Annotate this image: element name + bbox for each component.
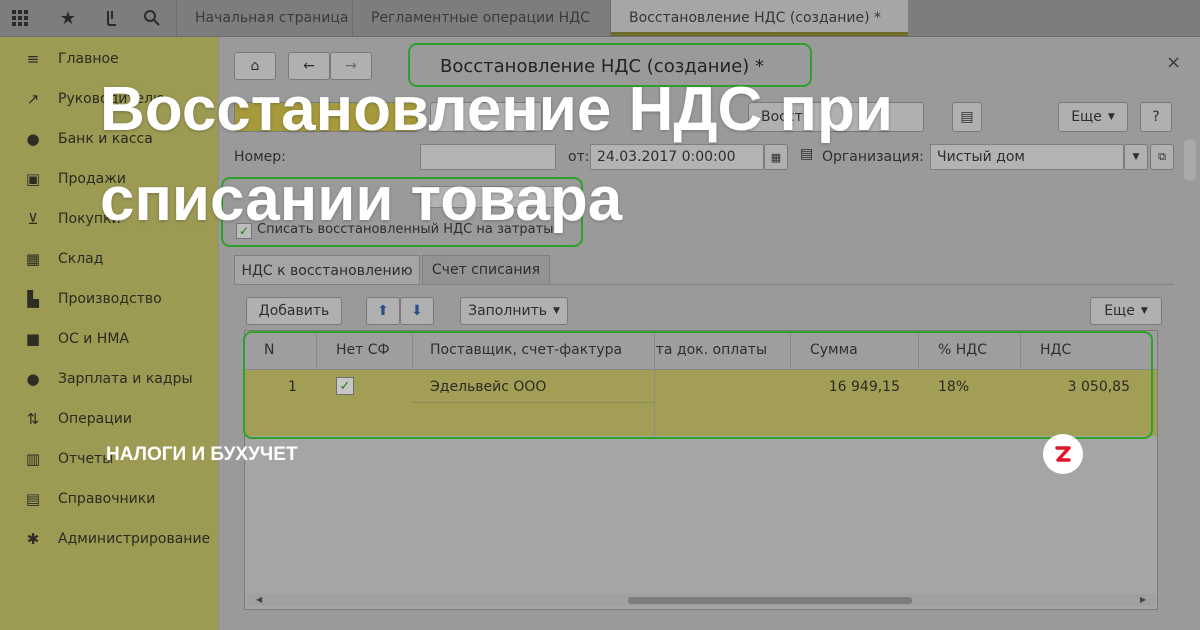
sidebar-item-label: Склад: [58, 251, 104, 267]
sidebar-item-label: ОС и НМА: [58, 331, 129, 347]
sidebar-item-label: Производство: [58, 291, 162, 307]
org-label: Организация:: [822, 149, 924, 165]
sidebar-item-label: Отчеты: [58, 451, 114, 467]
more-button[interactable]: Еще ▼: [1058, 102, 1128, 132]
person-icon: ●: [26, 370, 40, 388]
bar-chart-icon: ▥: [25, 450, 41, 468]
warehouse-icon: ▦: [25, 250, 41, 268]
sidebar-item-production[interactable]: ▙ Производство: [0, 279, 218, 319]
table-more-button-label: Еще: [1104, 303, 1135, 319]
history-icon[interactable]: [92, 0, 132, 36]
menu-icon: ≡: [26, 50, 40, 68]
sidebar-item-assets[interactable]: ■ ОС и НМА: [0, 319, 218, 359]
bag-icon: ▣: [25, 170, 41, 188]
scroll-right-icon[interactable]: ▶: [1140, 595, 1146, 604]
tab-vat-restore-label: Восстановление НДС (создание) *: [629, 10, 882, 26]
search-icon[interactable]: [132, 0, 172, 36]
factory-icon: ▙: [27, 290, 39, 308]
sidebar-item-salary[interactable]: ● Зарплата и кадры: [0, 359, 218, 399]
document-icon[interactable]: ▤: [952, 102, 982, 132]
z-logo-icon[interactable]: [1043, 434, 1083, 474]
chevron-down-icon: ▼: [1140, 306, 1148, 316]
close-icon[interactable]: ×: [1166, 52, 1181, 73]
tab-home-label: Начальная страница: [195, 10, 349, 26]
fill-button[interactable]: Заполнить ▼: [460, 297, 568, 325]
tab-vat-operations-label: Регламентные операции НДС: [371, 10, 590, 26]
chevron-down-icon: ▼: [1107, 112, 1115, 122]
tabs-divider: [234, 284, 1174, 285]
table-highlight: [243, 331, 1153, 439]
add-button[interactable]: Добавить: [246, 297, 342, 325]
sidebar-item-label: Операции: [58, 411, 132, 427]
open-link-icon[interactable]: ⧉: [1150, 144, 1174, 170]
star-icon[interactable]: ★: [48, 0, 88, 36]
sidebar-item-label: Главное: [58, 51, 119, 67]
headline-line-2: списании товара: [100, 165, 623, 234]
gear-icon: ✱: [26, 530, 40, 548]
add-button-label: Добавить: [258, 303, 330, 319]
tab-vat-to-restore[interactable]: НДС к восстановлению: [234, 255, 420, 285]
sidebar-item-label: Зарплата и кадры: [58, 371, 193, 387]
scrollbar-thumb[interactable]: [628, 597, 912, 604]
scroll-left-icon[interactable]: ◀: [256, 595, 262, 604]
tab-home[interactable]: Начальная страница: [176, 0, 352, 36]
form-scrollbar[interactable]: [1184, 140, 1196, 180]
chevron-down-icon: ▼: [552, 306, 560, 316]
grid-icon[interactable]: [0, 0, 40, 36]
tab-writeoff-account[interactable]: Счет списания: [422, 255, 550, 285]
sidebar-item-references[interactable]: ▤ Справочники: [0, 479, 218, 519]
sidebar-item-label: Справочники: [58, 491, 156, 507]
book-icon: ▤: [25, 490, 41, 508]
sidebar-item-operations[interactable]: ⇅ Операции: [0, 399, 218, 439]
headline-line-1: Восстановление НДС при: [100, 75, 893, 144]
org-dropdown-icon[interactable]: ▼: [1124, 144, 1148, 170]
table-more-button[interactable]: Еще ▼: [1090, 297, 1162, 325]
help-button[interactable]: ?: [1140, 102, 1172, 132]
trend-icon: ↗: [26, 90, 40, 108]
category-label: НАЛОГИ И БУХУЧЕТ: [106, 444, 298, 465]
more-button-label: Еще: [1071, 109, 1102, 125]
sidebar-item-admin[interactable]: ✱ Администрирование: [0, 519, 218, 559]
org-icon: ▤: [800, 146, 814, 162]
move-up-icon[interactable]: ⬆: [366, 297, 400, 325]
tab-vat-operations[interactable]: Регламентные операции НДС: [352, 0, 610, 36]
cart-icon: ⊻: [27, 210, 39, 228]
operations-icon: ⇅: [26, 410, 40, 428]
help-button-label: ?: [1152, 109, 1160, 125]
sidebar-item-warehouse[interactable]: ▦ Склад: [0, 239, 218, 279]
org-field[interactable]: Чистый дом: [930, 144, 1124, 170]
truck-icon: ■: [25, 330, 41, 348]
move-down-icon[interactable]: ⬇: [400, 297, 434, 325]
tab-vat-restore[interactable]: Восстановление НДС (создание) *: [610, 0, 908, 36]
sidebar-item-label: Администрирование: [58, 531, 211, 547]
coin-icon: ●: [26, 130, 40, 148]
top-bar: ★ Начальная страница Регламентные операц…: [0, 0, 1200, 37]
fill-button-label: Заполнить: [468, 303, 547, 319]
